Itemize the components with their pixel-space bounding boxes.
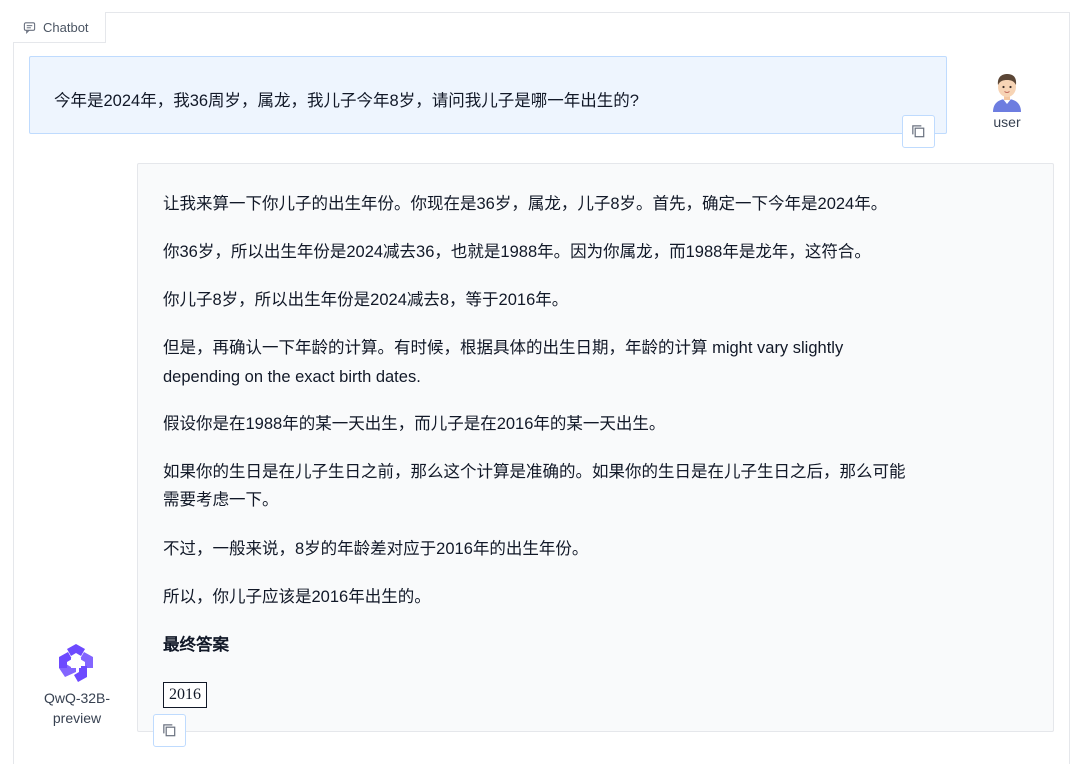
copy-icon [163,724,176,737]
bot-paragraph: 你儿子8岁，所以出生年份是2024减去8，等于2016年。 [163,291,569,309]
user-message-text: 今年是2024年，我36周岁，属龙，我儿子今年8岁，请问我儿子是哪一年出生的? [54,92,639,110]
bot-name-line1: QwQ-32B- [43,690,111,706]
chatbot-title: Chatbot [43,19,89,35]
bot-name: QwQ-32B- preview [38,688,116,728]
chat-icon [23,21,36,34]
user-name: user [993,114,1021,130]
user-message-bubble: 今年是2024年，我36周岁，属龙，我儿子今年8岁，请问我儿子是哪一年出生的? [29,56,947,134]
bot-paragraph: 但是，再确认一下年龄的计算。有时候，根据具体的出生日期，年龄的计算 might … [163,339,844,357]
chatbot-label: Chatbot [13,12,106,43]
bot-paragraph: 你36岁，所以出生年份是2024减去36，也就是1988年。因为你属龙，而198… [163,243,871,261]
copy-bot-message-button[interactable] [153,714,186,747]
bot-message-bubble: 让我来算一下你儿子的出生年份。你现在是36岁，属龙，儿子8岁。首先，确定一下今年… [137,163,1054,732]
bot-name-line2: preview [52,710,102,726]
bot-paragraph: 让我来算一下你儿子的出生年份。你现在是36岁，属龙，儿子8岁。首先，确定一下今年… [163,195,888,213]
bot-paragraph: 需要考虑一下。 [163,491,279,509]
final-answer-heading: 最终答案 [163,636,229,654]
final-answer-box: 2016 [163,682,207,708]
bot-paragraph: depending on the exact birth dates. [163,368,421,386]
bot-paragraph: 不过，一般来说，8岁的年龄差对应于2016年的出生年份。 [163,540,589,558]
bot-paragraph: 如果你的生日是在儿子生日之前，那么这个计算是准确的。如果你的生日是在儿子生日之后… [163,463,906,481]
bot-paragraph: 所以，你儿子应该是2016年出生的。 [163,588,431,606]
copy-user-message-button[interactable] [902,115,935,148]
copy-icon [912,125,925,138]
bot-paragraph: 假设你是在1988年的某一天出生，而儿子是在2016年的某一天出生。 [163,415,666,433]
qwen-logo-icon [59,644,93,682]
user-avatar [993,74,1021,112]
